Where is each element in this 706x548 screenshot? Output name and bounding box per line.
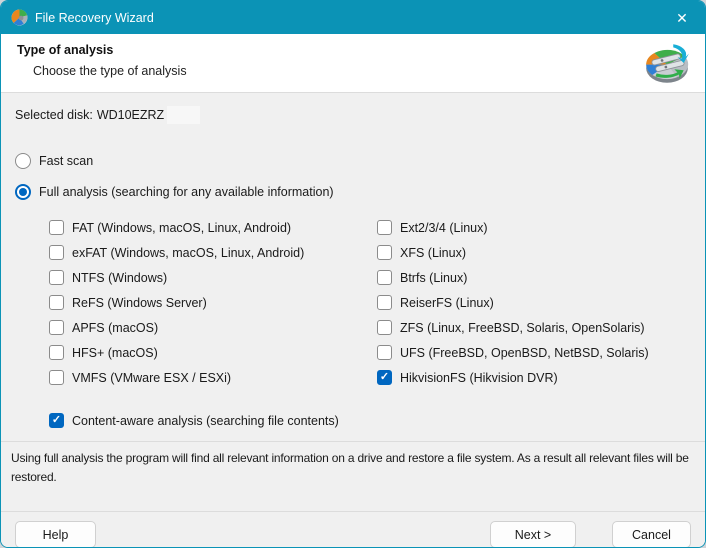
next-button[interactable]: Next > <box>490 521 576 548</box>
checkbox-row-xfs[interactable]: XFS (Linux) <box>377 240 705 265</box>
checkbox-label-ntfs: NTFS (Windows) <box>72 271 167 285</box>
wizard-body: Selected disk: WD10EZRZ Fast scan Full a… <box>1 93 705 548</box>
checkbox-row-zfs[interactable]: ZFS (Linux, FreeBSD, Solaris, OpenSolari… <box>377 315 705 340</box>
checkbox-row-hikvisionfs[interactable]: HikvisionFS (Hikvision DVR) <box>377 365 705 390</box>
window-title: File Recovery Wizard <box>35 11 154 25</box>
checkbox-row-ext234[interactable]: Ext2/3/4 (Linux) <box>377 215 705 240</box>
checkbox-label-xfs: XFS (Linux) <box>400 246 466 260</box>
disk-value-highlight <box>167 106 200 124</box>
checkbox-row-fat[interactable]: FAT (Windows, macOS, Linux, Android) <box>49 215 377 240</box>
radio-icon-full-analysis[interactable] <box>15 184 31 200</box>
selected-disk-label: Selected disk: <box>15 108 93 122</box>
checkbox-row-content-aware[interactable]: Content-aware analysis (searching file c… <box>49 413 705 428</box>
titlebar: File Recovery Wizard ✕ <box>1 1 705 34</box>
checkbox-vmfs[interactable] <box>49 370 64 385</box>
checkbox-row-vmfs[interactable]: VMFS (VMware ESX / ESXi) <box>49 365 377 390</box>
checkbox-hfsplus[interactable] <box>49 345 64 360</box>
radio-label-full-analysis: Full analysis (searching for any availab… <box>39 185 334 199</box>
page-subtitle: Choose the type of analysis <box>33 64 705 78</box>
checkbox-label-content-aware: Content-aware analysis (searching file c… <box>72 414 339 428</box>
file-recovery-wizard-window: File Recovery Wizard ✕ Type of analysis … <box>0 0 706 548</box>
selected-disk-row: Selected disk: WD10EZRZ <box>15 106 705 124</box>
checkbox-fat[interactable] <box>49 220 64 235</box>
help-button[interactable]: Help <box>15 521 96 548</box>
checkbox-row-reiserfs[interactable]: ReiserFS (Linux) <box>377 290 705 315</box>
radio-icon-fast-scan[interactable] <box>15 153 31 169</box>
checkbox-reiserfs[interactable] <box>377 295 392 310</box>
wizard-header: Type of analysis Choose the type of anal… <box>1 34 705 93</box>
selected-disk-value: WD10EZRZ <box>97 108 164 122</box>
app-icon <box>11 9 28 26</box>
page-title: Type of analysis <box>17 43 705 57</box>
checkbox-xfs[interactable] <box>377 245 392 260</box>
radio-label-fast-scan: Fast scan <box>39 154 93 168</box>
checkbox-label-zfs: ZFS (Linux, FreeBSD, Solaris, OpenSolari… <box>400 321 645 335</box>
checkbox-row-apfs[interactable]: APFS (macOS) <box>49 315 377 340</box>
recovery-disk-icon <box>642 38 692 88</box>
checkbox-ntfs[interactable] <box>49 270 64 285</box>
checkbox-label-ufs: UFS (FreeBSD, OpenBSD, NetBSD, Solaris) <box>400 346 649 360</box>
checkbox-hikvisionfs[interactable] <box>377 370 392 385</box>
checkbox-label-hfsplus: HFS+ (macOS) <box>72 346 158 360</box>
cancel-button[interactable]: Cancel <box>612 521 691 548</box>
checkbox-row-ntfs[interactable]: NTFS (Windows) <box>49 265 377 290</box>
radio-fast-scan[interactable]: Fast scan <box>15 151 705 171</box>
checkbox-row-ufs[interactable]: UFS (FreeBSD, OpenBSD, NetBSD, Solaris) <box>377 340 705 365</box>
checkbox-ext234[interactable] <box>377 220 392 235</box>
radio-full-analysis[interactable]: Full analysis (searching for any availab… <box>15 182 705 202</box>
analysis-description: Using full analysis the program will fin… <box>11 449 695 486</box>
close-button[interactable]: ✕ <box>659 1 705 34</box>
checkbox-zfs[interactable] <box>377 320 392 335</box>
checkbox-apfs[interactable] <box>49 320 64 335</box>
checkbox-row-hfsplus[interactable]: HFS+ (macOS) <box>49 340 377 365</box>
checkbox-label-fat: FAT (Windows, macOS, Linux, Android) <box>72 221 291 235</box>
checkbox-label-hikvisionfs: HikvisionFS (Hikvision DVR) <box>400 371 558 385</box>
filesystem-checkbox-grid: FAT (Windows, macOS, Linux, Android) exF… <box>49 215 705 390</box>
checkbox-label-vmfs: VMFS (VMware ESX / ESXi) <box>72 371 231 385</box>
checkbox-label-btrfs: Btrfs (Linux) <box>400 271 467 285</box>
checkbox-label-exfat: exFAT (Windows, macOS, Linux, Android) <box>72 246 304 260</box>
checkbox-row-exfat[interactable]: exFAT (Windows, macOS, Linux, Android) <box>49 240 377 265</box>
checkbox-label-reiserfs: ReiserFS (Linux) <box>400 296 494 310</box>
checkbox-row-refs[interactable]: ReFS (Windows Server) <box>49 290 377 315</box>
checkbox-label-ext234: Ext2/3/4 (Linux) <box>400 221 488 235</box>
checkbox-refs[interactable] <box>49 295 64 310</box>
button-strip: Help Next > Cancel <box>1 511 705 548</box>
checkbox-label-refs: ReFS (Windows Server) <box>72 296 207 310</box>
checkbox-btrfs[interactable] <box>377 270 392 285</box>
description-divider <box>1 441 705 442</box>
checkbox-content-aware[interactable] <box>49 413 64 428</box>
checkbox-ufs[interactable] <box>377 345 392 360</box>
checkbox-row-btrfs[interactable]: Btrfs (Linux) <box>377 265 705 290</box>
close-icon: ✕ <box>676 11 688 25</box>
checkbox-exfat[interactable] <box>49 245 64 260</box>
checkbox-label-apfs: APFS (macOS) <box>72 321 158 335</box>
